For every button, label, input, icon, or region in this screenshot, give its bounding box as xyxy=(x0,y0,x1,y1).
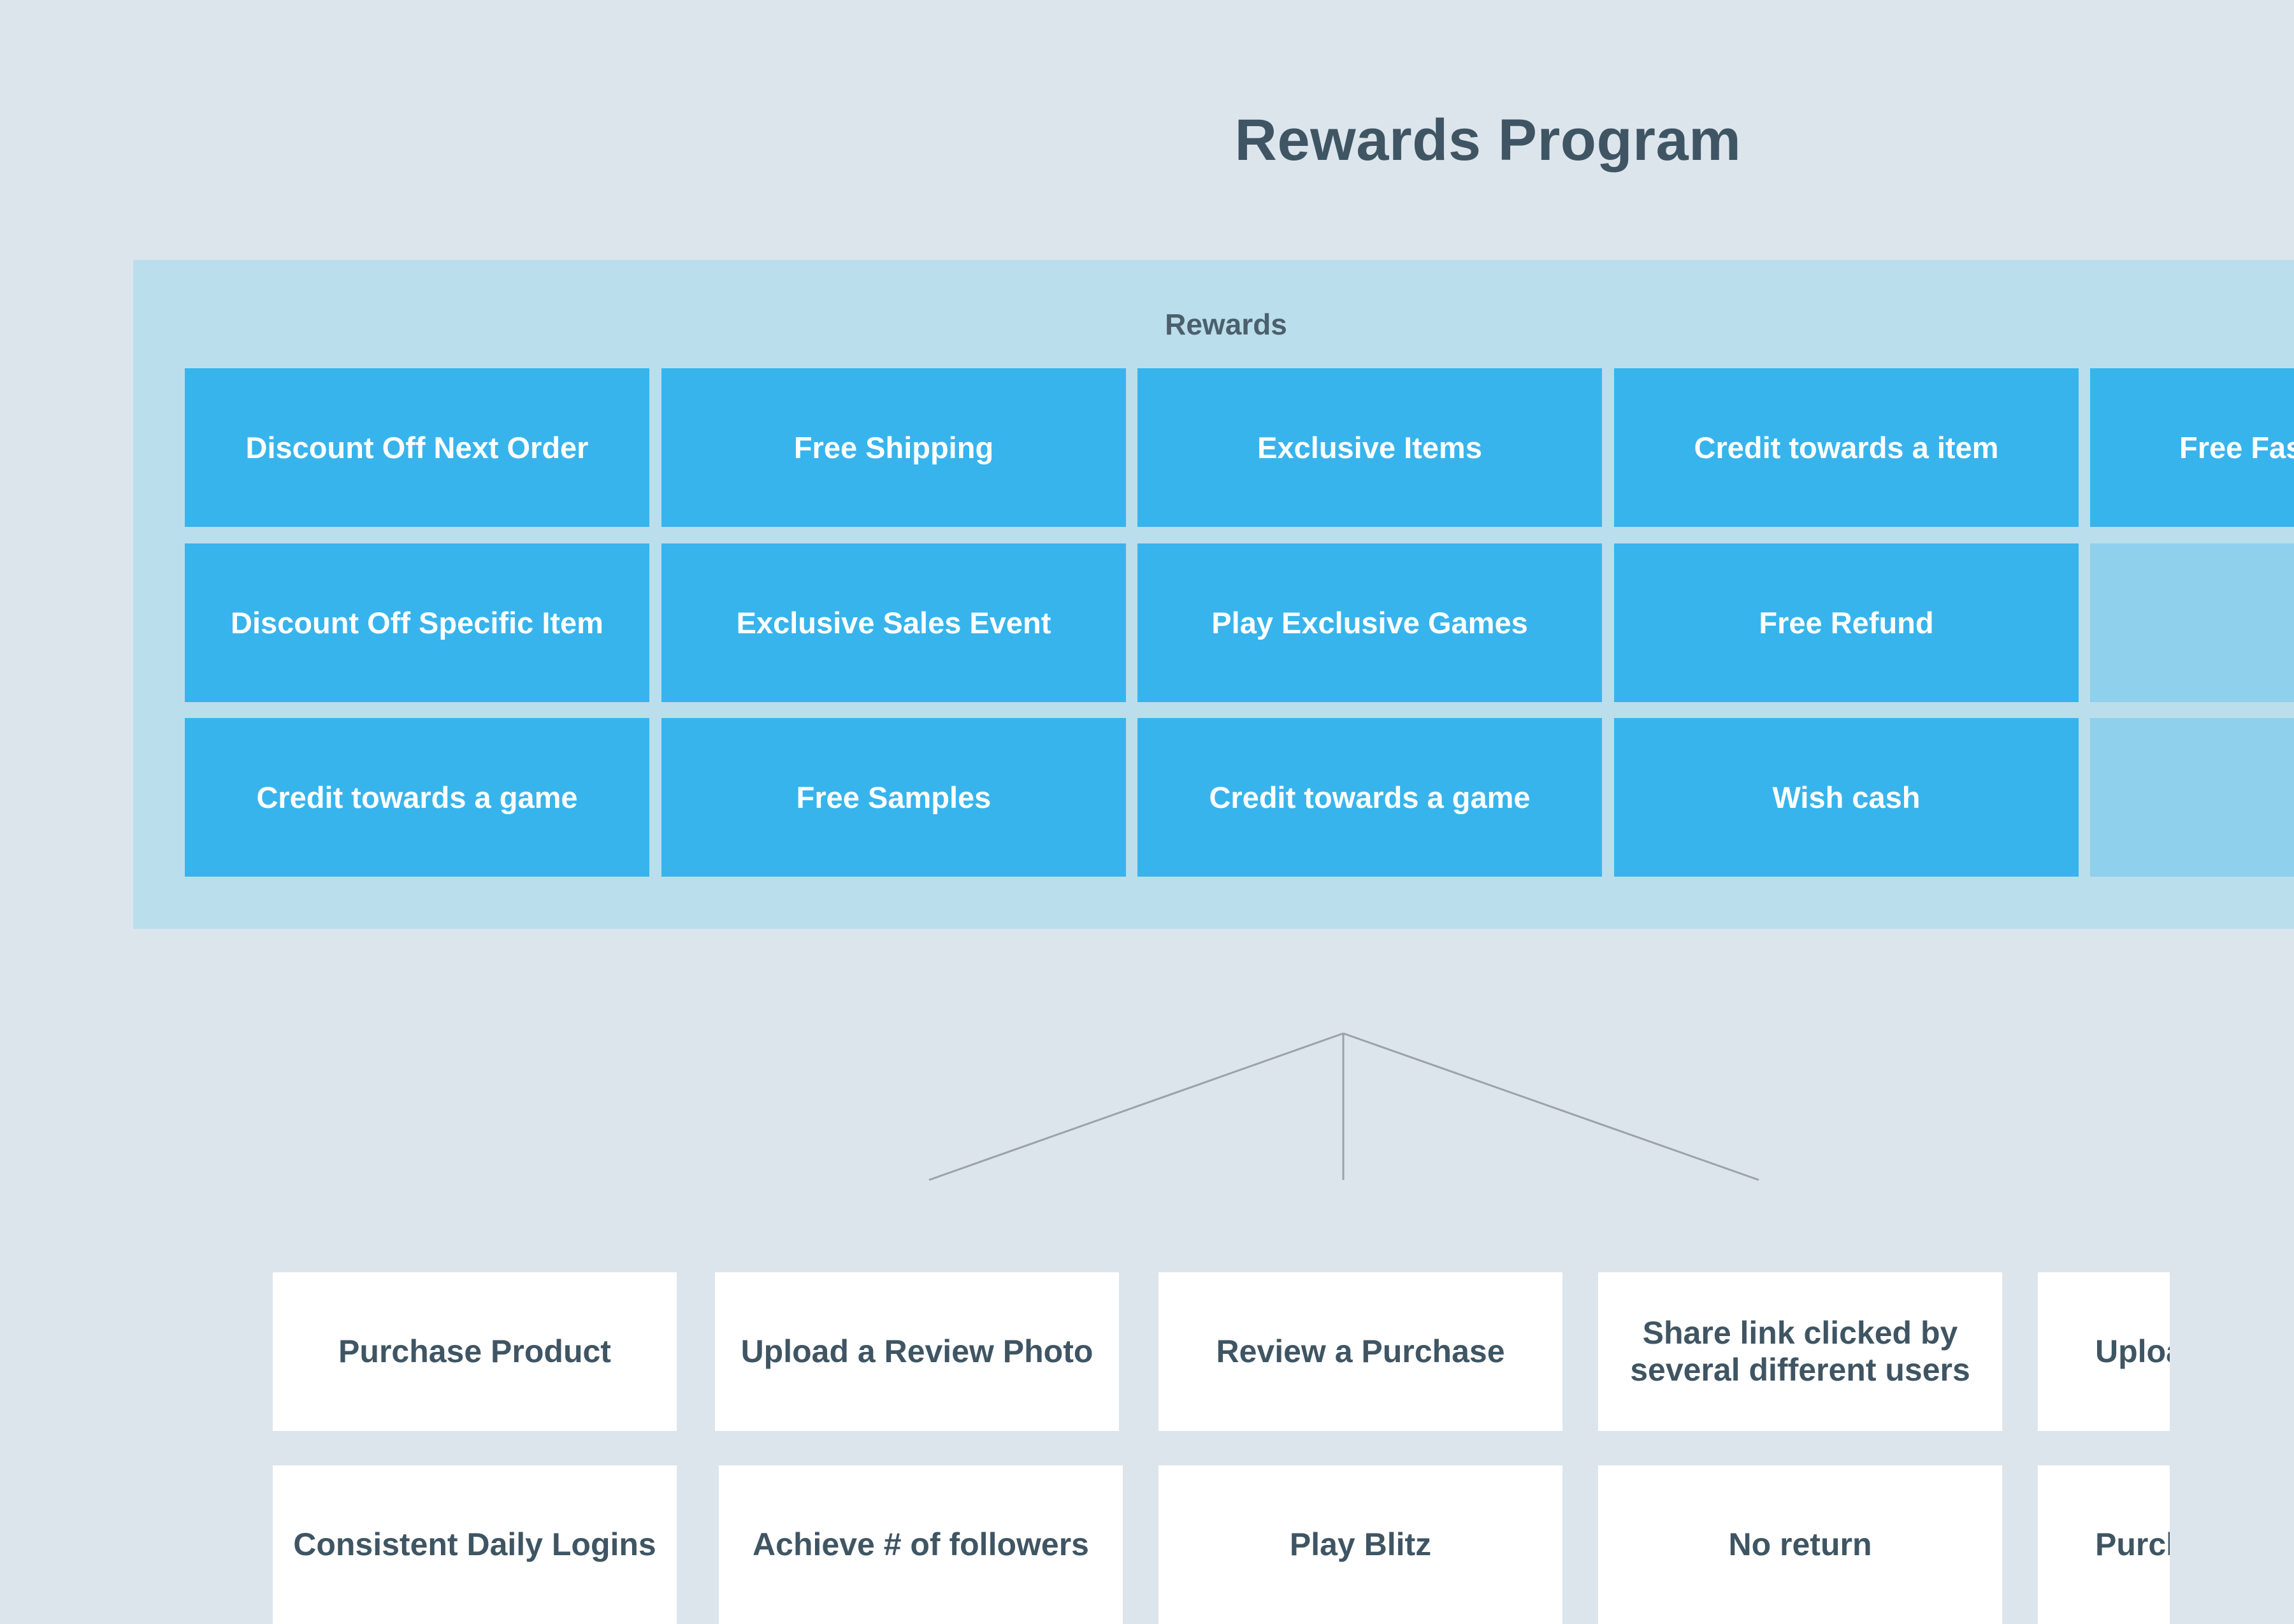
connector-line-left xyxy=(928,1032,1344,1181)
action-card[interactable]: Purchase Product xyxy=(273,1272,677,1431)
action-card[interactable]: Consistent Daily Logins xyxy=(273,1465,677,1624)
action-card[interactable]: Share link clicked by several different … xyxy=(1598,1272,2002,1431)
action-card[interactable]: Upload pro picture xyxy=(2038,1272,2170,1431)
action-card[interactable]: No return xyxy=(1598,1465,2002,1624)
action-card[interactable]: Upload a Review Photo xyxy=(715,1272,1119,1431)
action-card[interactable]: Review a Purchase xyxy=(1158,1272,1562,1431)
action-card[interactable]: Achieve # of followers xyxy=(719,1465,1123,1624)
action-card[interactable]: Purchased ar for X consec months xyxy=(2038,1465,2170,1624)
connector-line-right xyxy=(1343,1032,1759,1181)
action-card[interactable]: Play Blitz xyxy=(1158,1465,1562,1624)
